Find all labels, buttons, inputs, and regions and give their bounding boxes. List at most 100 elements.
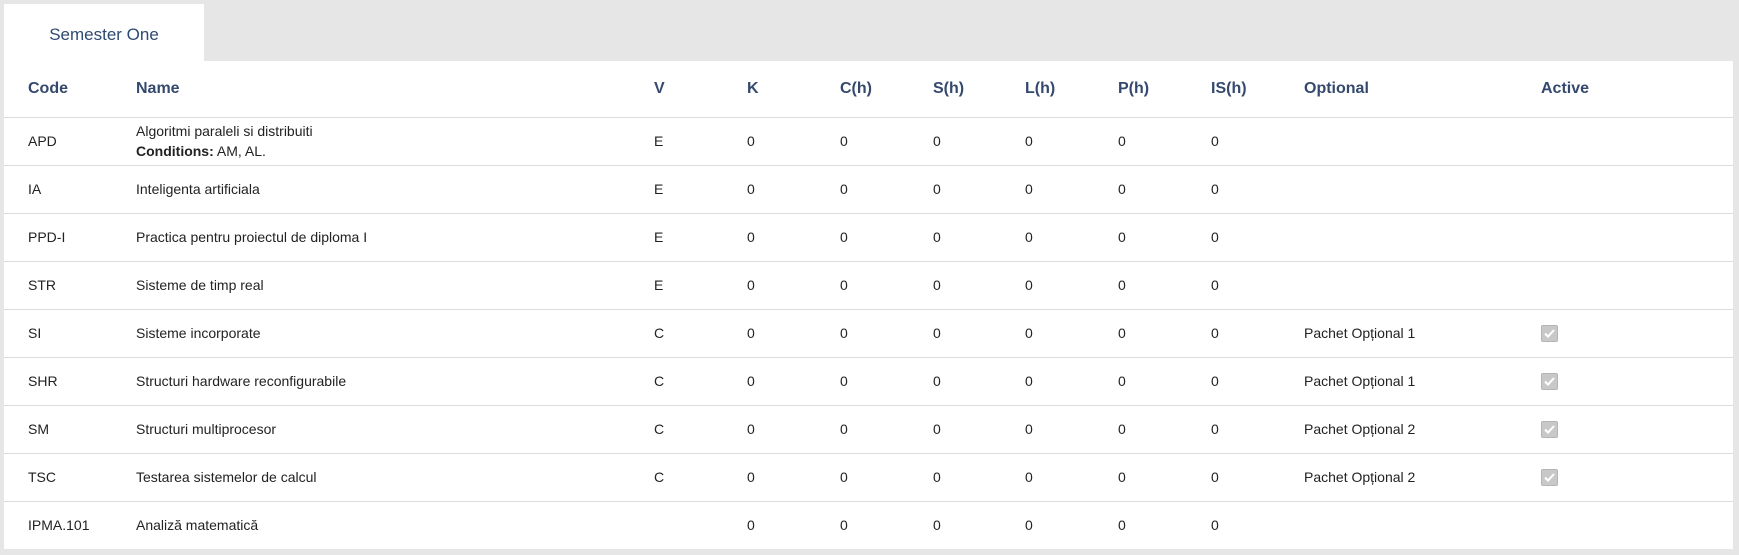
cell-optional: Pachet Opțional 1: [1280, 309, 1517, 358]
cell-l: 0: [1001, 357, 1094, 406]
header-k: K: [723, 61, 816, 118]
cell-optional: Pachet Opțional 2: [1280, 453, 1517, 502]
header-v: V: [630, 61, 723, 118]
cell-k: 0: [723, 357, 816, 406]
cell-is: 0: [1187, 213, 1280, 262]
course-conditions: Conditions: AM, AL.: [136, 143, 630, 159]
cell-p: 0: [1094, 261, 1187, 310]
cell-active: [1517, 117, 1733, 166]
cell-l: 0: [1001, 309, 1094, 358]
cell-v: E: [630, 165, 723, 214]
cell-code: APD: [4, 117, 112, 166]
active-checkbox[interactable]: [1541, 468, 1558, 486]
cell-active: [1517, 165, 1733, 214]
cell-name: Sisteme incorporate: [112, 309, 630, 358]
header-p: P(h): [1094, 61, 1187, 118]
cell-is: 0: [1211, 517, 1219, 534]
cell-s: 0: [909, 117, 1001, 166]
cell-k: 0: [723, 165, 816, 214]
cell-code: IPMA.101: [28, 517, 90, 534]
cell-s: 0: [933, 517, 941, 534]
checkmark-icon: [1544, 425, 1555, 434]
cell-optional: [1280, 213, 1517, 262]
cell-p: 0: [1094, 117, 1187, 166]
cell-p: 0: [1118, 517, 1126, 534]
cell-l: 0: [1001, 453, 1094, 502]
cell-p: 0: [1094, 405, 1187, 454]
cell-v: [630, 501, 723, 549]
cell-optional: Pachet Opțional 2: [1280, 405, 1517, 454]
cell-name: Analiză matematică: [112, 501, 630, 549]
cell-active: [1517, 261, 1733, 310]
cell-code: SM: [4, 405, 112, 454]
active-checkbox[interactable]: [1541, 372, 1558, 390]
cell-k: 0: [723, 261, 816, 310]
table-row: PPD-I Practica pentru proiectul de diplom…: [4, 213, 1733, 262]
tab-bar: Semester One: [4, 4, 204, 61]
cell-k: 0: [723, 405, 816, 454]
cell-c: 0: [816, 309, 909, 358]
tab-semester-one[interactable]: Semester One: [4, 4, 204, 61]
cell-v: C: [630, 453, 723, 502]
header-l: L(h): [1001, 61, 1094, 118]
course-table: Code Name V K C(h) S(h) L(h) P(h) IS(h) …: [4, 61, 1733, 549]
conditions-value: AM, AL.: [216, 143, 266, 159]
cell-v: C: [630, 357, 723, 406]
cell-is: 0: [1187, 405, 1280, 454]
cell-s: 0: [909, 405, 1001, 454]
cell-p: 0: [1094, 309, 1187, 358]
cell-s: 0: [909, 213, 1001, 262]
cell-s: 0: [909, 309, 1001, 358]
table-row: TSC Testarea sistemelor de calcul C 0 0 0 0 0 0 P…: [4, 453, 1733, 502]
cell-p: 0: [1094, 165, 1187, 214]
header-name: Name: [112, 61, 630, 118]
cell-v: E: [630, 117, 723, 166]
checkmark-icon: [1544, 329, 1555, 338]
active-checkbox[interactable]: [1541, 420, 1558, 438]
cell-active: [1517, 453, 1733, 502]
cell-k: 0: [723, 453, 816, 502]
table-row: IPMA.101 Analiză matematică 0 0 0 0 0 0: [4, 501, 1733, 549]
cell-name: Inteligenta artificiala: [112, 165, 630, 214]
cell-is: 0: [1187, 165, 1280, 214]
course-name: Practica pentru proiectul de diploma I: [136, 229, 368, 245]
cell-name: Testarea sistemelor de calcul: [112, 453, 630, 502]
cell-l: 0: [1001, 165, 1094, 214]
cell-v: E: [630, 213, 723, 262]
course-name: Structuri hardware reconfigurabile: [136, 373, 347, 389]
course-name: Sisteme de timp real: [136, 277, 264, 293]
cell-active: [1517, 309, 1733, 358]
cell-optional: [1280, 501, 1517, 549]
course-table-panel: Code Name V K C(h) S(h) L(h) P(h) IS(h) …: [4, 61, 1733, 549]
cell-code: STR: [4, 261, 112, 310]
cell-c: 0: [816, 405, 909, 454]
cell-optional: [1280, 117, 1517, 166]
course-name: Testarea sistemelor de calcul: [136, 469, 317, 485]
cell-l: 0: [1001, 261, 1094, 310]
cell-v: C: [630, 405, 723, 454]
cell-is: 0: [1187, 117, 1280, 166]
cell-name: Algoritmi paraleli si distribuiti Conditi…: [112, 117, 630, 166]
cell-c: 0: [816, 357, 909, 406]
header-c: C(h): [816, 61, 909, 118]
cell-v: C: [630, 309, 723, 358]
cell-p: 0: [1094, 357, 1187, 406]
cell-name: Practica pentru proiectul de diploma I: [112, 213, 630, 262]
cell-code: SI: [4, 309, 112, 358]
table-row: SHR Structuri hardware reconfigurabile C 0 0…: [4, 357, 1733, 406]
cell-c: 0: [816, 261, 909, 310]
cell-name: Sisteme de timp real: [112, 261, 630, 310]
cell-s: 0: [909, 357, 1001, 406]
table-header-row: Code Name V K C(h) S(h) L(h) P(h) IS(h) …: [4, 61, 1733, 118]
cell-l: 0: [1001, 405, 1094, 454]
table-body: APD Algoritmi paraleli si distribuiti Cond…: [4, 117, 1733, 549]
cell-code: IA: [4, 165, 112, 214]
cell-s: 0: [909, 453, 1001, 502]
table-row: APD Algoritmi paraleli si distribuiti Cond…: [4, 117, 1733, 166]
cell-code: TSC: [4, 453, 112, 502]
cell-is: 0: [1187, 309, 1280, 358]
header-optional: Optional: [1280, 61, 1517, 118]
active-checkbox[interactable]: [1541, 324, 1558, 342]
header-active: Active: [1517, 61, 1733, 118]
course-name: Sisteme incorporate: [136, 325, 261, 341]
